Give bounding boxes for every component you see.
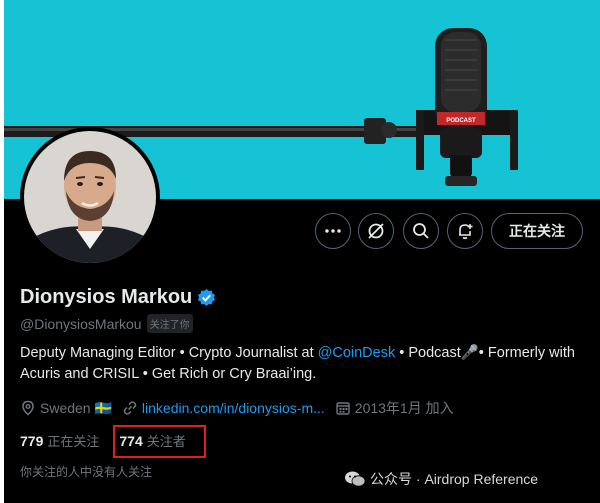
verified-badge-icon[interactable] <box>197 288 216 307</box>
following-count: 779 <box>20 432 44 449</box>
following-stat[interactable]: 779 正在关注 <box>20 431 100 451</box>
calendar-icon <box>336 402 350 415</box>
join-date: 2013年1月 加入 <box>335 398 454 418</box>
more-icon <box>325 229 341 233</box>
watermark: 公众号 · Airdrop Reference <box>344 469 538 489</box>
followed-by-note: 你关注的人中没有人关注 <box>20 465 153 479</box>
handle-row: @DionysiosMarkou 关注了你 <box>20 314 193 333</box>
bio: Deputy Managing Editor • Crypto Journali… <box>20 343 590 385</box>
bell-plus-icon <box>459 224 473 240</box>
search-icon <box>413 223 429 239</box>
follows-you-badge: 关注了你 <box>146 314 193 333</box>
website[interactable]: linkedin.com/in/dionysios-m... <box>122 400 325 416</box>
grok-button[interactable] <box>358 213 394 249</box>
notify-button[interactable] <box>447 213 483 249</box>
display-name: Dionysios Markou <box>20 286 193 308</box>
handle: @DionysiosMarkou <box>20 315 142 332</box>
search-button[interactable] <box>403 213 439 249</box>
avatar[interactable] <box>20 127 160 267</box>
following-button[interactable]: 正在关注 <box>491 213 583 249</box>
grok-icon <box>368 223 384 239</box>
highlight-box <box>113 425 206 458</box>
more-button[interactable] <box>315 213 351 249</box>
podcast-label: PODCAST <box>446 118 476 124</box>
wechat-icon <box>345 471 366 487</box>
location: Sweden 🇸🇪 <box>20 400 112 417</box>
join-date-text: 2013年1月 加入 <box>354 400 454 416</box>
link-icon <box>123 401 137 415</box>
location-text: Sweden 🇸🇪 <box>40 399 112 416</box>
website-link[interactable]: linkedin.com/in/dionysios-m... <box>142 400 325 416</box>
bio-text: Deputy Managing Editor • Crypto Journali… <box>20 345 318 361</box>
avatar-photo <box>24 131 156 263</box>
following-label: 正在关注 <box>47 435 100 450</box>
bio-mention-link[interactable]: @CoinDesk <box>318 345 396 361</box>
profile-page: PODCAST 正在关注 Dionysios Markou @Dionysios… <box>0 0 600 503</box>
location-pin-icon <box>22 400 34 416</box>
profile-meta: Sweden 🇸🇪 linkedin.com/in/dionysios-m...… <box>20 398 464 418</box>
watermark-text: 公众号 · Airdrop Reference <box>370 471 539 487</box>
profile-name-row: Dionysios Markou <box>20 286 216 309</box>
